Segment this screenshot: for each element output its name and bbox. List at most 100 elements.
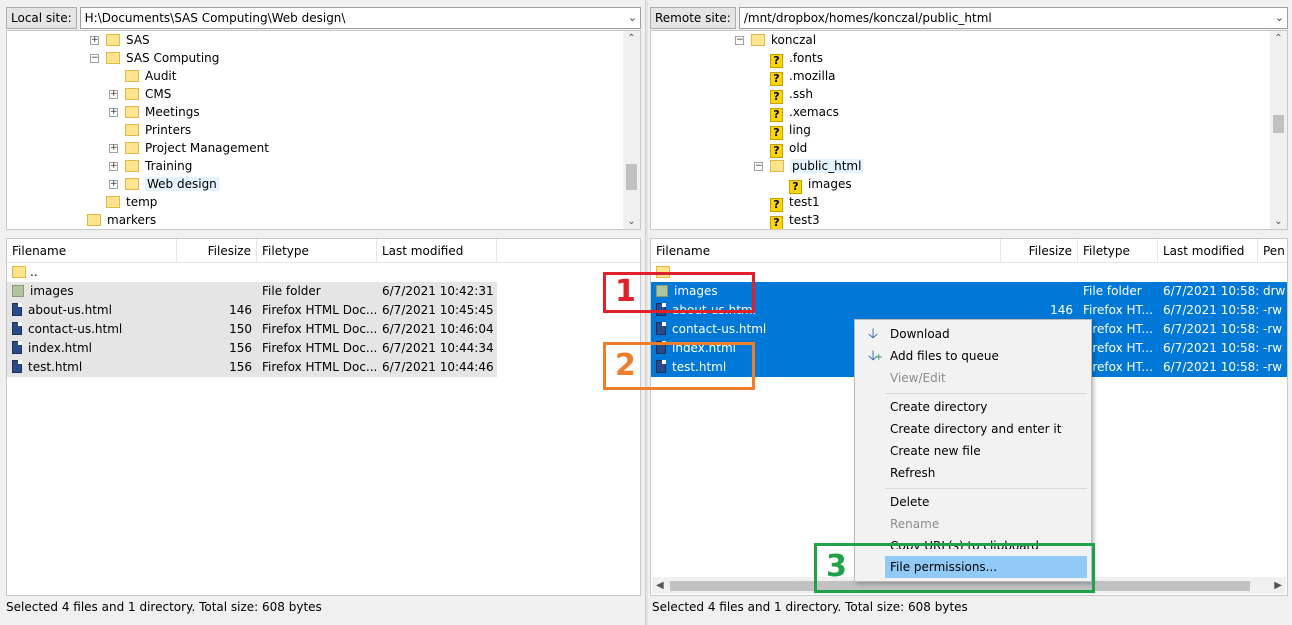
scroll-right-icon[interactable]: ▶ bbox=[1274, 577, 1282, 594]
tree-item[interactable]: konczal bbox=[751, 31, 816, 49]
tree-item[interactable]: ? .ssh bbox=[770, 85, 813, 104]
local-file-list[interactable]: ⌃ Filename Filesize Filetype Last modifi… bbox=[6, 238, 641, 596]
tree-item[interactable]: Meetings bbox=[125, 103, 200, 121]
scroll-thumb[interactable] bbox=[1273, 115, 1284, 133]
column-filetype[interactable]: Filetype bbox=[1078, 239, 1158, 263]
remote-status-bar: Selected 4 files and 1 directory. Total … bbox=[652, 600, 968, 614]
menu-item-download[interactable]: 🡣 Download bbox=[857, 323, 1089, 345]
tree-item[interactable]: ? test1 bbox=[770, 193, 820, 212]
menu-separator bbox=[885, 488, 1087, 489]
tree-item[interactable]: Audit bbox=[125, 67, 176, 85]
column-filetype[interactable]: Filetype bbox=[257, 239, 377, 263]
tree-scrollbar[interactable]: ⌃ ⌄ bbox=[623, 31, 640, 229]
chevron-down-icon[interactable]: ⌄ bbox=[1275, 8, 1284, 28]
remote-path-value: /mnt/dropbox/homes/konczal/public_html bbox=[743, 11, 992, 25]
question-icon: ? bbox=[770, 198, 783, 212]
scroll-up-icon[interactable]: ⌃ bbox=[1270, 33, 1287, 44]
column-filesize[interactable]: Filesize bbox=[177, 239, 257, 263]
local-status-bar: Selected 4 files and 1 directory. Total … bbox=[6, 600, 322, 614]
tree-item[interactable]: temp bbox=[106, 193, 157, 211]
column-filename[interactable]: Filename bbox=[651, 239, 1001, 263]
expand-icon[interactable]: + bbox=[109, 162, 118, 171]
menu-item-create-new-file[interactable]: Create new file bbox=[857, 440, 1089, 462]
tree-item[interactable]: Project Management bbox=[125, 139, 269, 157]
tree-item[interactable]: SAS bbox=[106, 31, 150, 49]
table-row[interactable]: contact-us.html 150 Firefox HTML Doc... … bbox=[7, 320, 497, 339]
remote-directory-tree[interactable]: − konczal ? .fonts ? .mozilla ? .ssh ? .xema… bbox=[650, 30, 1288, 230]
table-row[interactable]: test.html 156 Firefox HTML Doc... 6/7/20… bbox=[7, 358, 497, 377]
local-site-label: Local site: bbox=[6, 7, 77, 29]
tree-item-selected[interactable]: Web design bbox=[125, 175, 219, 193]
html-file-icon bbox=[656, 322, 666, 335]
tree-item[interactable]: Training bbox=[125, 157, 192, 175]
collapse-icon[interactable]: − bbox=[754, 162, 763, 171]
question-icon: ? bbox=[770, 108, 783, 122]
column-last-modified[interactable]: Last modified bbox=[1158, 239, 1258, 263]
menu-item-create-directory[interactable]: Create directory bbox=[857, 396, 1089, 418]
tree-item[interactable]: ? old bbox=[770, 139, 807, 158]
tree-item[interactable]: CMS bbox=[125, 85, 171, 103]
remote-site-label: Remote site: bbox=[650, 7, 736, 29]
scroll-left-icon[interactable]: ◀ bbox=[656, 577, 664, 594]
question-icon: ? bbox=[770, 72, 783, 86]
folder-icon bbox=[125, 178, 139, 190]
expand-icon[interactable]: + bbox=[90, 36, 99, 45]
menu-item-view-edit: View/Edit bbox=[890, 371, 946, 385]
menu-item-refresh[interactable]: Refresh bbox=[857, 462, 1089, 484]
tree-item[interactable]: ? images bbox=[789, 175, 852, 194]
folder-icon bbox=[125, 142, 139, 154]
menu-item-delete[interactable]: Delete bbox=[857, 491, 1089, 513]
folder-icon bbox=[751, 34, 765, 46]
table-row[interactable]: about-us.html 146 Firefox HTML Doc... 6/… bbox=[7, 301, 497, 320]
expand-icon[interactable]: + bbox=[109, 108, 118, 117]
download-arrow-icon: 🡣 bbox=[867, 326, 879, 342]
tree-scrollbar[interactable]: ⌃ ⌄ bbox=[1270, 31, 1287, 229]
local-site-bar: Local site: H:\Documents\SAS Computing\W… bbox=[6, 6, 641, 30]
column-last-modified[interactable]: Last modified bbox=[377, 239, 497, 263]
menu-item-create-directory-enter[interactable]: Create directory and enter it bbox=[857, 418, 1089, 440]
scroll-thumb[interactable] bbox=[626, 164, 637, 190]
folder-icon bbox=[106, 52, 120, 64]
tree-item[interactable]: markers bbox=[87, 211, 156, 229]
local-path-input[interactable]: H:\Documents\SAS Computing\Web design\ ⌄ bbox=[79, 7, 641, 29]
expand-icon[interactable]: + bbox=[109, 90, 118, 99]
tree-item[interactable]: Printers bbox=[125, 121, 191, 139]
html-file-icon bbox=[12, 341, 22, 354]
collapse-icon[interactable]: − bbox=[735, 36, 744, 45]
tree-item-selected[interactable]: public_html bbox=[770, 157, 864, 175]
expand-icon[interactable]: + bbox=[109, 144, 118, 153]
column-filesize[interactable]: Filesize bbox=[1001, 239, 1078, 263]
table-row[interactable]: .. bbox=[7, 263, 497, 282]
expand-icon[interactable]: + bbox=[109, 180, 118, 189]
column-filename[interactable]: Filename bbox=[7, 239, 177, 263]
tree-item[interactable]: SAS Computing bbox=[106, 49, 219, 67]
question-icon: ? bbox=[770, 216, 783, 229]
tree-item[interactable]: ? .mozilla bbox=[770, 67, 836, 86]
html-file-icon bbox=[12, 360, 22, 373]
tree-item[interactable]: ? test3 bbox=[770, 211, 820, 229]
menu-separator bbox=[885, 393, 1087, 394]
tree-item[interactable]: ? .xemacs bbox=[770, 103, 839, 122]
question-icon: ? bbox=[770, 126, 783, 140]
collapse-icon[interactable]: − bbox=[90, 54, 99, 63]
local-list-header: ⌃ Filename Filesize Filetype Last modifi… bbox=[7, 239, 640, 263]
table-row[interactable]: index.html 156 Firefox HTML Doc... 6/7/2… bbox=[7, 339, 497, 358]
question-icon: ? bbox=[770, 90, 783, 104]
scroll-down-icon[interactable]: ⌄ bbox=[1270, 216, 1287, 227]
folder-icon bbox=[125, 70, 139, 82]
menu-item-add-to-queue[interactable]: 🡣 + Add files to queue bbox=[857, 345, 1089, 367]
column-permissions[interactable]: Pen bbox=[1258, 239, 1287, 263]
table-row[interactable]: images File folder 6/7/2021 10:42:31 ... bbox=[7, 282, 497, 301]
tree-item[interactable]: ? .fonts bbox=[770, 49, 823, 68]
local-directory-tree[interactable]: + SAS − SAS Computing Audit + CMS + Meet… bbox=[6, 30, 641, 230]
folder-icon bbox=[106, 34, 120, 46]
scroll-down-icon[interactable]: ⌄ bbox=[623, 216, 640, 227]
scroll-up-icon[interactable]: ⌃ bbox=[623, 33, 640, 44]
question-icon: ? bbox=[770, 144, 783, 158]
chevron-down-icon[interactable]: ⌄ bbox=[628, 8, 637, 28]
folder-icon bbox=[770, 160, 784, 172]
remote-path-input[interactable]: /mnt/dropbox/homes/konczal/public_html ⌄ bbox=[738, 7, 1288, 29]
annotation-number-2: 2 bbox=[615, 348, 636, 383]
folder-icon bbox=[12, 266, 26, 278]
tree-item[interactable]: ? ling bbox=[770, 121, 811, 140]
